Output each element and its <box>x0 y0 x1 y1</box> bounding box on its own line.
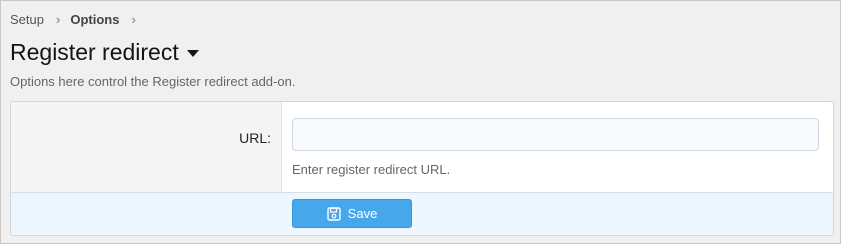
chevron-right-icon: › <box>131 12 136 27</box>
breadcrumb: Setup › Options › <box>10 12 146 27</box>
caret-down-icon[interactable] <box>186 50 199 57</box>
save-button-label: Save <box>347 206 378 221</box>
breadcrumb-options[interactable]: Options <box>70 12 119 27</box>
url-hint: Enter register redirect URL. <box>292 162 451 177</box>
page-title: Register redirect <box>10 39 179 65</box>
page-frame: Setup › Options › Register redirect Opti… <box>0 0 841 244</box>
label-column: URL: <box>11 102 282 192</box>
chevron-right-icon: › <box>55 12 61 27</box>
page-title-menu[interactable]: Register redirect <box>10 39 199 66</box>
form-footer: Save <box>11 192 833 235</box>
page-description: Options here control the Register redire… <box>10 74 296 89</box>
options-panel: URL: Enter register redirect URL. Save <box>10 101 834 236</box>
breadcrumb-setup[interactable]: Setup <box>10 12 44 27</box>
url-input[interactable] <box>292 118 819 151</box>
url-label: URL: <box>239 130 271 146</box>
floppy-disk-icon <box>326 206 341 221</box>
save-button[interactable]: Save <box>292 199 412 228</box>
